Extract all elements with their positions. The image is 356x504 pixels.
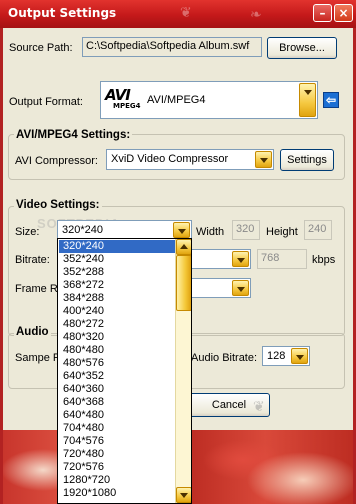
back-arrow-icon[interactable]: ⇦ [323,92,339,108]
size-option[interactable]: 384*288 [59,292,175,305]
bitrate-label: Bitrate: [15,254,50,266]
size-dropdown-button[interactable] [173,222,190,238]
size-option[interactable]: 480*320 [59,331,175,344]
decorative-swirl-icon: ❦ [180,4,192,20]
decorative-swirl-icon: ❧ [250,6,262,22]
audio-bitrate-value: 128 [267,350,286,362]
size-option[interactable]: 640*480 [59,409,175,422]
size-option[interactable]: 640*368 [59,396,175,409]
size-option[interactable]: 480*576 [59,357,175,370]
window-title: Output Settings [8,6,117,20]
decorative-swirl-icon: ❦ [253,398,265,414]
sample-rate-label: Sampe R [15,352,61,364]
output-format-select[interactable]: AVI MPEG4 AVI/MPEG4 [100,81,318,119]
dropdown-scrollbar[interactable] [175,239,191,503]
audio-settings-legend: Audio [14,326,51,338]
avi-compressor-dropdown-button[interactable] [255,151,272,168]
scrollbar-thumb[interactable] [176,255,191,311]
size-option[interactable]: 400*240 [59,305,175,318]
frame-rate-select[interactable] [183,278,251,298]
close-button[interactable]: × [334,4,353,22]
bitrate-unit: kbps [312,254,336,266]
output-format-value: AVI/MPEG4 [147,94,206,106]
video-settings-legend: Video Settings: [14,199,102,211]
avi-mpeg4-logo-icon: AVI MPEG4 [105,86,141,112]
avi-compressor-select[interactable]: XviD Video Compressor [106,149,274,170]
bitrate-select[interactable] [183,249,251,269]
size-option[interactable]: 368*272 [59,279,175,292]
size-option[interactable]: 704*480 [59,422,175,435]
size-dropdown-list[interactable]: 320*240 352*240 352*288 368*272 384*288 400*2… [57,238,192,504]
avi-compressor-label: AVI Compressor: [15,155,98,167]
audio-bitrate-label: Audio Bitrate: [191,352,258,364]
audio-bitrate-dropdown-button[interactable] [291,348,308,364]
logo-subtext: MPEG4 [113,102,141,110]
size-option[interactable]: 720*576 [59,461,175,474]
frame-rate-dropdown-button[interactable] [232,280,249,296]
scroll-up-arrow-icon[interactable] [176,239,191,255]
size-option[interactable]: 1280*720 [59,474,175,487]
size-option[interactable]: 352*288 [59,266,175,279]
output-format-dropdown-button[interactable] [299,83,316,117]
output-format-label: Output Format: [9,96,83,108]
size-option[interactable]: 720*480 [59,448,175,461]
minimize-button[interactable]: – [313,4,332,22]
browse-button[interactable]: Browse... [267,37,337,59]
title-bar[interactable]: Output Settings ❦ ❧ – × [0,0,356,28]
bitrate-field[interactable]: 768 [257,249,307,269]
dialog-body: Source Path: C:\Softpedia\Softpedia Albu… [3,28,353,504]
source-path-label: Source Path: [9,42,73,54]
size-option[interactable]: 320*240 [59,240,175,253]
height-label: Height [266,226,298,238]
settings-button[interactable]: Settings [280,149,334,171]
scroll-down-arrow-icon[interactable] [176,487,191,503]
width-field[interactable]: 320 [232,220,260,240]
size-option[interactable]: 1920*1080 [59,487,175,500]
size-option[interactable]: 352*240 [59,253,175,266]
height-field[interactable]: 240 [304,220,332,240]
size-option[interactable]: 480*480 [59,344,175,357]
size-option[interactable]: 704*576 [59,435,175,448]
avi-settings-legend: AVI/MPEG4 Settings: [14,129,133,141]
size-option[interactable]: 640*352 [59,370,175,383]
size-select[interactable]: 320*240 [57,220,192,240]
source-path-field[interactable]: C:\Softpedia\Softpedia Album.swf [82,37,262,57]
size-label: Size: [15,226,40,238]
size-option[interactable]: 480*272 [59,318,175,331]
size-value: 320*240 [62,224,103,236]
bitrate-dropdown-button[interactable] [232,251,249,267]
width-label: Width [196,226,225,238]
size-option[interactable]: 640*360 [59,383,175,396]
output-settings-window: Output Settings ❦ ❧ – × Source Path: C:\… [0,0,356,504]
avi-compressor-value: XviD Video Compressor [111,153,229,165]
audio-bitrate-select[interactable]: 128 [262,346,310,366]
